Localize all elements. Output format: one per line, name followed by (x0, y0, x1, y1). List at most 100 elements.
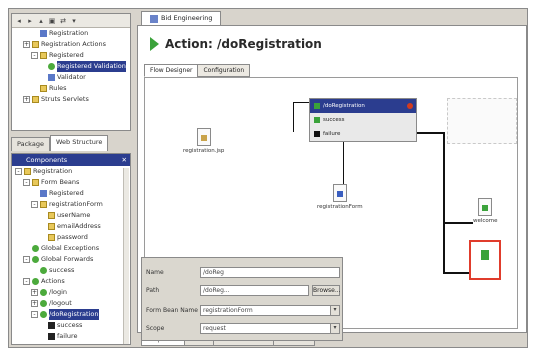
tree-item-label: registrationForm (49, 200, 103, 208)
tree-item[interactable]: - /doRegistration (12, 309, 130, 320)
editor-header: Action: /doRegistration (138, 26, 526, 62)
ghost-node (447, 98, 517, 144)
file-icon (40, 190, 47, 197)
property-row: Scope request ▾ (146, 322, 340, 334)
tree-item[interactable]: Rules (12, 83, 130, 94)
tree-item[interactable]: emailAddress (12, 221, 130, 232)
tab-web-structure[interactable]: Web Structure (49, 135, 109, 151)
application-window: ◂ ▸ ▴ ▣ ⇄ ▾ Registration + Registration Ac… (8, 8, 528, 348)
tree-item[interactable]: - Global Forwards (12, 254, 130, 265)
up-icon[interactable]: ▴ (37, 17, 45, 25)
tree-item[interactable]: failure (12, 331, 130, 342)
jsp-node[interactable]: registration.jsp (183, 128, 224, 154)
expand-icon[interactable]: + (23, 41, 30, 48)
collapse-icon[interactable]: - (31, 201, 38, 208)
folder-icon (32, 179, 39, 186)
expand-icon[interactable]: + (31, 300, 38, 307)
action-icon (32, 278, 39, 285)
chevron-down-icon[interactable]: ▾ (330, 323, 339, 333)
state-row-label: /doRegistration (323, 103, 365, 109)
tree-item[interactable]: + /logout (12, 298, 130, 309)
file-icon (40, 30, 47, 37)
forward-icon[interactable]: ▸ (26, 17, 34, 25)
tree-item[interactable]: + /login (12, 287, 130, 298)
back-icon[interactable]: ◂ (15, 17, 23, 25)
scope-select[interactable]: request ▾ (200, 322, 340, 334)
tree-item-label: Registration Actions (41, 40, 107, 48)
collapse-icon[interactable]: - (31, 52, 38, 59)
state-row[interactable]: success (310, 113, 416, 127)
collapse-icon[interactable]: - (23, 179, 30, 186)
state-row-label: success (323, 117, 345, 123)
collapse-icon[interactable]: - (23, 278, 30, 285)
struts-tree: - Registration - Form Beans Registered - regis… (12, 166, 130, 342)
action-icon (40, 311, 47, 318)
forward-icon (314, 131, 320, 137)
tree-item[interactable]: success (12, 320, 130, 331)
forward-icon (314, 117, 320, 123)
tree-item[interactable]: userName (12, 210, 130, 221)
action-icon (40, 267, 47, 274)
config-file-icon (150, 14, 158, 23)
tree-item[interactable]: password (12, 232, 130, 243)
chevron-down-icon[interactable]: ▾ (330, 305, 339, 315)
collapse-icon[interactable]: - (23, 256, 30, 263)
expand-icon[interactable]: + (31, 289, 38, 296)
tree-item-label: password (57, 233, 88, 241)
collapse-icon[interactable]: - (15, 168, 22, 175)
tree-item-label: Registration (33, 167, 73, 175)
link-icon[interactable]: ⇄ (59, 17, 67, 25)
name-field[interactable]: /doReg (200, 266, 340, 278)
form-bean-node[interactable]: registrationForm (317, 184, 363, 210)
state-row-label: failure (323, 131, 341, 137)
expand-icon[interactable]: + (23, 96, 30, 103)
tree-item[interactable]: - Registered (12, 50, 130, 61)
tree-item-label: Registration (49, 29, 89, 37)
components-title: Components (26, 156, 68, 164)
tree-item-label: emailAddress (57, 222, 101, 230)
browse-button[interactable]: Browse... (312, 284, 341, 296)
property-label: Scope (146, 324, 165, 332)
tab-package[interactable]: Package (11, 137, 50, 151)
tree-item[interactable]: Global Exceptions (12, 243, 130, 254)
selected-node[interactable] (469, 240, 501, 280)
collapse-icon[interactable]: - (31, 311, 38, 318)
tab-flow-designer[interactable]: Flow Designer (144, 64, 199, 77)
state-row[interactable]: failure (310, 127, 416, 141)
designer-subtabs: Flow Designer Configuration (144, 64, 251, 78)
tree-item[interactable]: Validator (12, 72, 130, 83)
welcome-node[interactable]: welcome (473, 198, 498, 224)
close-icon[interactable]: ✕ (122, 154, 127, 166)
tree-item[interactable]: - registrationForm (12, 199, 130, 210)
tree-scrollbar[interactable] (123, 168, 129, 344)
tree-item[interactable]: - Form Beans (12, 177, 130, 188)
tree-item-label: Global Forwards (41, 255, 94, 263)
property-label: Path (146, 286, 160, 294)
tree-item[interactable]: - Actions (12, 276, 130, 287)
folder-icon (32, 41, 39, 48)
tree-item[interactable]: success (12, 265, 130, 276)
state-row[interactable]: /doRegistration (310, 99, 416, 113)
form-bean-select[interactable]: registrationForm ▾ (200, 304, 340, 316)
path-field[interactable]: /doReg... (200, 284, 309, 296)
connector-line (445, 222, 473, 224)
tree-item[interactable]: Registered Validation (12, 61, 130, 72)
menu-icon[interactable]: ▾ (70, 17, 78, 25)
tab-configuration[interactable]: Configuration (197, 64, 251, 77)
action-state-box[interactable]: /doRegistration success failure (309, 98, 417, 142)
collapse-icon[interactable]: ▣ (48, 17, 56, 25)
folder-icon (40, 85, 47, 92)
tree-item-label: Form Beans (41, 178, 80, 186)
error-icon (407, 103, 413, 109)
tree-item[interactable]: + Struts Servlets (12, 94, 130, 105)
tree-item[interactable]: - Registration (12, 166, 130, 177)
tree-item[interactable]: + Registration Actions (12, 39, 130, 50)
editor-tab[interactable]: Bid Engineering (141, 11, 222, 25)
form-bean-value: registrationForm (203, 306, 253, 314)
page-title: Action: /doRegistration (165, 37, 322, 51)
tree-item[interactable]: Registered (12, 188, 130, 199)
connector-line (443, 224, 445, 274)
tree-item[interactable]: Registration (12, 28, 130, 39)
connector-line (343, 142, 344, 184)
folder-icon (48, 223, 55, 230)
